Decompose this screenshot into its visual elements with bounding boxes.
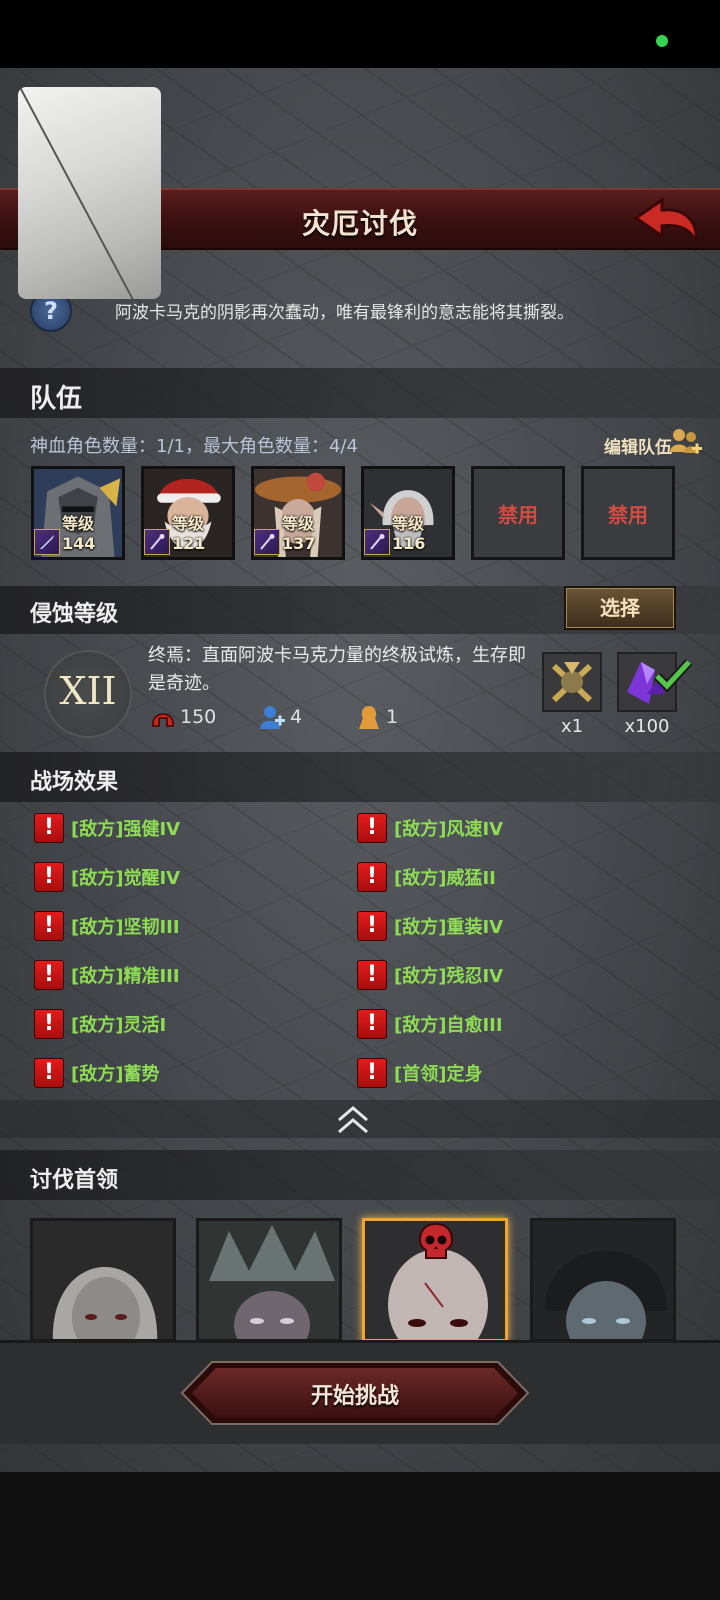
- team-section-title: 队伍: [30, 384, 83, 414]
- warning-icon: !: [357, 1009, 387, 1039]
- effect-label: [敌方]风速IV: [394, 819, 504, 840]
- corruption-description: 终焉：直面阿波卡马克力量的终极试炼，生存即是奇迹。: [148, 645, 526, 694]
- effect-item[interactable]: ! [敌方]风速IV: [357, 812, 503, 844]
- warning-icon: !: [357, 862, 387, 892]
- skull-icon: [418, 1222, 454, 1259]
- golden-crest-icon: [544, 654, 600, 710]
- add-player-icon: [260, 706, 285, 729]
- warning-icon: !: [34, 1058, 64, 1088]
- players-stat: 4: [258, 704, 302, 730]
- reward-count-1: x1: [560, 716, 584, 737]
- start-challenge-label[interactable]: 开始挑战: [180, 1378, 530, 1410]
- red-arrow-back-icon[interactable]: [632, 196, 702, 246]
- effect-label: [敌方]强健IV: [71, 819, 181, 840]
- effect-label: [敌方]重装IV: [394, 917, 504, 938]
- effect-item[interactable]: ! [敌方]重装IV: [357, 910, 503, 942]
- bottom-blank-area: [0, 1472, 720, 1600]
- warning-icon: !: [34, 1009, 64, 1039]
- status-bar: [0, 0, 720, 68]
- hero-level: 等级144: [62, 514, 96, 553]
- status-indicator-dot: [656, 35, 668, 47]
- boss-portrait-horned-crown: [199, 1221, 339, 1339]
- effect-item[interactable]: ! [敌方]觉醒IV: [34, 861, 180, 893]
- effect-label: [敌方]灵活I: [71, 1015, 167, 1036]
- warning-icon: !: [34, 911, 64, 941]
- bosses-section-title: 讨伐首领: [30, 1168, 119, 1193]
- effect-label: [敌方]自愈III: [394, 1015, 503, 1036]
- hero-slot-4[interactable]: 等级116: [361, 466, 455, 560]
- effect-item[interactable]: ! [敌方]残忍IV: [357, 959, 503, 991]
- effect-item[interactable]: ! [敌方]精准III: [34, 959, 180, 991]
- warning-icon: !: [357, 1058, 387, 1088]
- difficulty-stat: 150: [150, 704, 216, 730]
- red-helmet-icon: [152, 713, 174, 727]
- reward-count-2: x100: [624, 716, 670, 737]
- effect-item[interactable]: ! [敌方]自愈III: [357, 1008, 503, 1040]
- warning-icon: !: [357, 911, 387, 941]
- locked-slot: 禁用: [581, 466, 675, 560]
- boss-card-1[interactable]: [30, 1218, 176, 1342]
- edit-team-button[interactable]: 编辑队伍: [604, 433, 672, 458]
- chevron-up-icon[interactable]: [335, 1102, 371, 1136]
- team-info: 神血角色数量：1/1，最大角色数量：4/4: [30, 436, 358, 457]
- effect-label: [敌方]觉醒IV: [71, 868, 181, 889]
- hooded-figure-icon: [359, 706, 379, 729]
- warning-icon: !: [357, 960, 387, 990]
- hero-level: 等级137: [282, 514, 316, 553]
- effect-label: [敌方]蓄势: [71, 1064, 160, 1085]
- boss-portrait-white-hair: [33, 1221, 173, 1339]
- effect-item[interactable]: ! [首领]定身: [357, 1057, 482, 1089]
- effect-item[interactable]: ! [敌方]强健IV: [34, 812, 180, 844]
- green-check-icon: [653, 658, 693, 693]
- hero-level: 等级121: [172, 514, 206, 553]
- hero-slot-3[interactable]: 等级137: [251, 466, 345, 560]
- difficulty-value: 150: [180, 706, 217, 728]
- revive-value: 1: [386, 706, 399, 728]
- effect-label: [首领]定身: [394, 1064, 483, 1085]
- edit-team-icon[interactable]: [668, 426, 702, 458]
- sword-icon: [34, 529, 60, 555]
- corruption-section-title: 侵蚀等级: [30, 602, 119, 627]
- effect-label: [敌方]威猛II: [394, 868, 496, 889]
- revive-stat: 1: [356, 704, 398, 730]
- effect-label: [敌方]坚韧III: [71, 917, 180, 938]
- boss-card-4[interactable]: [530, 1218, 676, 1342]
- effect-item[interactable]: ! [敌方]灵活I: [34, 1008, 166, 1040]
- staff-icon: [254, 529, 280, 555]
- reward-item-2[interactable]: [617, 652, 693, 712]
- intro-text: 阿波卡马克的阴影再次蠢动，唯有最锋利的意志能将其撕裂。: [115, 303, 574, 323]
- players-value: 4: [290, 706, 303, 728]
- staff-icon: [144, 529, 170, 555]
- warning-icon: !: [357, 813, 387, 843]
- effect-item[interactable]: ! [敌方]坚韧III: [34, 910, 180, 942]
- boss-card-2[interactable]: [196, 1218, 342, 1342]
- boss-portrait-dark-hair: [533, 1221, 673, 1339]
- hero-slot-2[interactable]: 等级121: [141, 466, 235, 560]
- warning-icon: !: [34, 813, 64, 843]
- reward-item-1[interactable]: [542, 652, 602, 712]
- hero-level: 等级116: [392, 514, 426, 553]
- effect-item[interactable]: ! [敌方]蓄势: [34, 1057, 159, 1089]
- staff-icon: [364, 529, 390, 555]
- hero-slot-1[interactable]: 等级144: [31, 466, 125, 560]
- warning-icon: !: [34, 960, 64, 990]
- team-section-band: [0, 368, 720, 418]
- screenshot-thumbnail[interactable]: [18, 87, 161, 299]
- effect-item[interactable]: ! [敌方]威猛II: [357, 861, 496, 893]
- locked-slot: 禁用: [471, 466, 565, 560]
- corruption-level-numeral: XII: [59, 669, 117, 713]
- select-corruption-button[interactable]: 选择: [564, 586, 676, 630]
- effect-label: [敌方]残忍IV: [394, 966, 504, 987]
- warning-icon: !: [34, 862, 64, 892]
- effect-label: [敌方]精准III: [71, 966, 180, 987]
- battlefield-section-title: 战场效果: [30, 770, 119, 795]
